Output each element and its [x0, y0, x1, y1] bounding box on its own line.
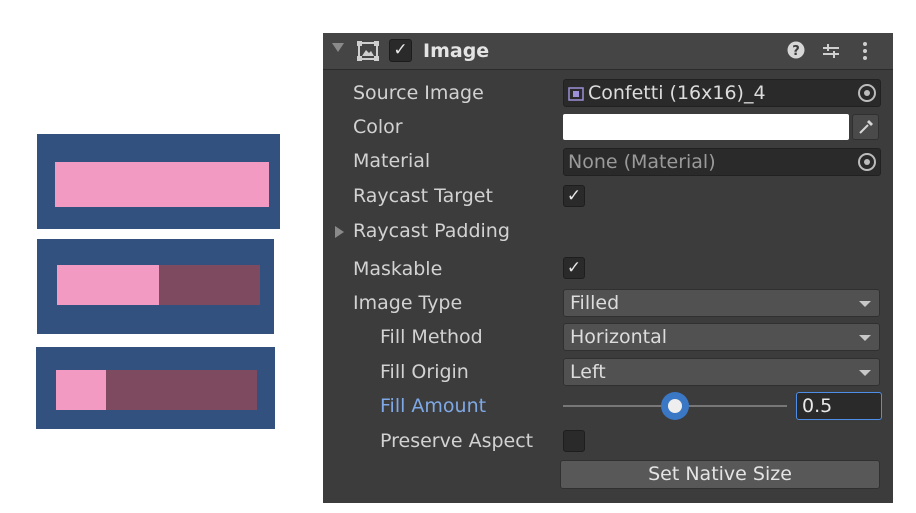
kebab-menu-icon[interactable] — [861, 41, 869, 61]
fill-amount-input[interactable]: 0.5 — [796, 392, 882, 420]
image-type-dropdown[interactable]: Filled — [563, 289, 880, 317]
preview-track — [55, 162, 269, 207]
maskable-label: Maskable — [353, 258, 443, 280]
image-component-inspector: ✓ Image ? Source Image Confetti (16x16)_… — [323, 33, 893, 503]
material-field[interactable]: None (Material) — [563, 148, 881, 176]
preview-fill — [57, 265, 159, 305]
raycast-padding-label[interactable]: Raycast Padding — [353, 216, 510, 246]
fill-preview-full — [37, 134, 280, 229]
collapse-arrow-icon[interactable] — [332, 43, 344, 52]
source-image-field[interactable]: Confetti (16x16)_4 — [563, 79, 881, 107]
color-swatch[interactable] — [563, 114, 849, 140]
preserve-aspect-label: Preserve Aspect — [380, 430, 534, 452]
source-image-label: Source Image — [353, 82, 484, 104]
chevron-down-icon — [859, 370, 871, 376]
expand-arrow-icon[interactable] — [335, 226, 344, 238]
fill-amount-slider-handle[interactable] — [661, 392, 689, 420]
presets-icon[interactable] — [821, 42, 841, 60]
fill-origin-dropdown[interactable]: Left — [563, 358, 880, 386]
eyedropper-button[interactable] — [852, 114, 879, 140]
image-component-icon — [357, 41, 379, 61]
image-type-value: Filled — [570, 292, 620, 314]
object-picker-icon[interactable] — [858, 153, 876, 171]
fill-method-label: Fill Method — [380, 326, 483, 348]
fill-amount-label: Fill Amount — [380, 395, 487, 417]
fill-origin-label: Fill Origin — [380, 361, 469, 383]
component-title: Image — [423, 40, 490, 62]
preview-track — [56, 370, 257, 410]
chevron-down-icon — [859, 335, 871, 341]
fill-method-dropdown[interactable]: Horizontal — [563, 323, 880, 351]
fill-preview-quarter — [36, 347, 275, 429]
material-value: None (Material) — [568, 151, 716, 173]
image-type-label: Image Type — [353, 292, 463, 314]
object-picker-icon[interactable] — [858, 84, 876, 102]
source-image-value: Confetti (16x16)_4 — [588, 82, 766, 104]
slider-knob — [668, 399, 682, 413]
chevron-down-icon — [859, 301, 871, 307]
raycast-target-label: Raycast Target — [353, 185, 493, 207]
raycast-target-checkbox[interactable]: ✓ — [563, 185, 585, 207]
preserve-aspect-checkbox[interactable] — [563, 430, 585, 452]
fill-preview-half — [37, 239, 274, 334]
set-native-size-button[interactable]: Set Native Size — [560, 460, 880, 489]
material-label: Material — [353, 150, 431, 172]
preview-fill — [55, 162, 269, 207]
preview-track — [57, 265, 260, 305]
preview-fill — [56, 370, 107, 410]
component-header: ✓ Image ? — [323, 33, 893, 70]
fill-method-value: Horizontal — [570, 326, 668, 348]
component-enabled-checkbox[interactable]: ✓ — [389, 39, 412, 62]
sprite-icon — [568, 87, 584, 101]
maskable-checkbox[interactable]: ✓ — [563, 257, 585, 279]
color-label: Color — [353, 116, 403, 138]
fill-origin-value: Left — [570, 361, 606, 383]
svg-text:?: ? — [792, 44, 800, 59]
help-icon[interactable]: ? — [787, 41, 805, 59]
eyedropper-icon — [859, 120, 873, 134]
